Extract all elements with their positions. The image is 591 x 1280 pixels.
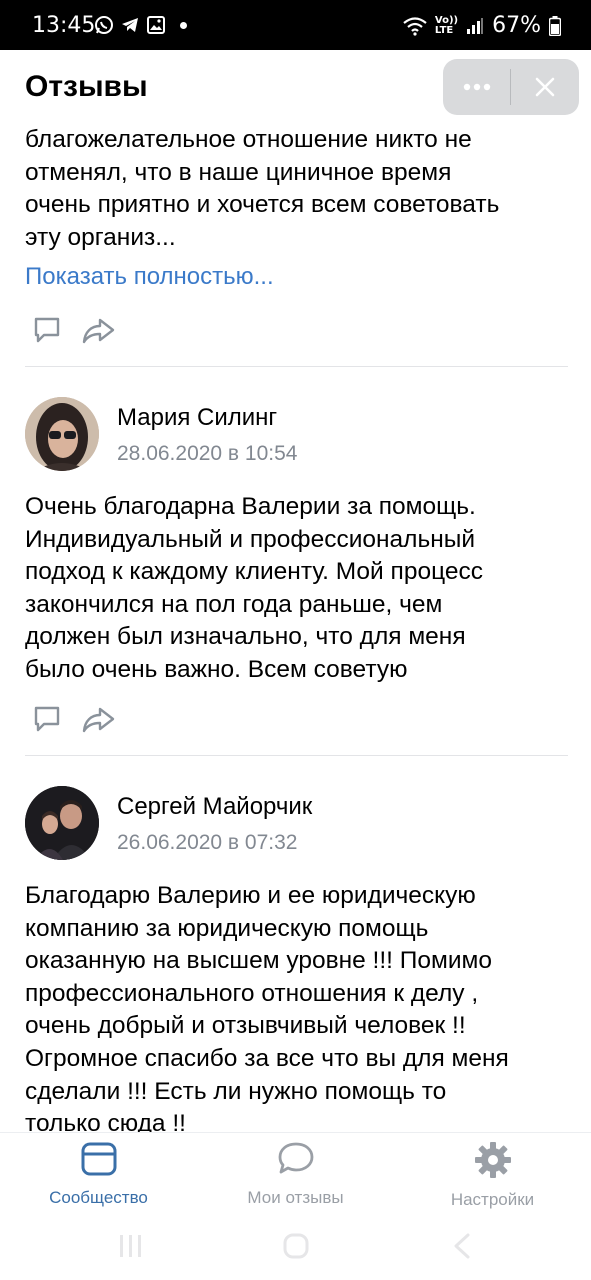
tab-label: Настройки [450, 1190, 535, 1209]
more-button[interactable] [443, 59, 510, 115]
review-date: 26.06.2020 в 07:32 [117, 831, 298, 854]
review-line: должен был изначально, что для меня [25, 623, 466, 651]
avatar-photo [25, 397, 99, 471]
recent-apps-icon[interactable] [116, 1233, 146, 1259]
home-icon[interactable] [282, 1232, 310, 1260]
gear-icon [474, 1142, 511, 1178]
review-date: 28.06.2020 в 10:54 [117, 442, 298, 465]
page-title: Отзывы [25, 70, 148, 103]
review-line: профессионального отношения к делу , [25, 979, 479, 1007]
tab-community[interactable]: Сообщество [0, 1141, 197, 1208]
volte-icon: Vo)) LTE [434, 14, 459, 36]
wifi-icon [403, 16, 427, 36]
review-author[interactable]: Мария Силинг [117, 404, 277, 432]
review-line: Огромное спасибо за все что вы для меня [25, 1044, 509, 1072]
review-line: отменял, что в наше циничное время [25, 158, 452, 186]
gallery-icon [147, 16, 165, 34]
comment-icon[interactable] [32, 315, 62, 345]
system-nav-bar [0, 1227, 591, 1280]
more-notifications-dot [180, 21, 187, 29]
review-divider [25, 366, 568, 367]
speech-bubble-icon [278, 1142, 313, 1174]
close-icon [535, 77, 554, 97]
review-line: закончился на пол года раньше, чем [25, 590, 443, 618]
review-text: Очень благодарна Валерии за помощь. Инди… [25, 491, 570, 687]
whatsapp-icon [95, 16, 113, 34]
tab-label: Мои отзывы [247, 1188, 344, 1207]
review-line: очень добрый и отзывчивый человек !! [25, 1012, 466, 1040]
signal-icon [467, 17, 484, 34]
review-actions [32, 315, 116, 345]
notification-icons [94, 15, 187, 35]
review-actions [32, 704, 116, 734]
review-line: очень приятно и хочется всем советовать [25, 191, 500, 219]
review-line: Благодарю Валерию и ее юридическую [25, 882, 476, 909]
review-line: сделали !!! Есть ли нужно помощь то [25, 1077, 447, 1105]
close-button[interactable] [511, 59, 578, 115]
review-line: эту организ... [25, 223, 176, 251]
review-divider [25, 755, 568, 756]
battery-percent: 67% [492, 13, 541, 38]
system-icons: Vo)) LTE 67% [403, 13, 561, 38]
status-bar: 13:45 Vo)) LTE 67% [0, 0, 591, 50]
avatar[interactable] [25, 397, 99, 471]
miniapp-controls [443, 59, 579, 115]
share-icon[interactable] [82, 704, 116, 734]
comment-icon[interactable] [32, 704, 62, 734]
review-text: Благодарю Валерию и ее юридическую компа… [25, 880, 570, 1141]
more-dots-icon [463, 83, 490, 91]
bottom-nav: Сообщество Мои отзывы Настройки [0, 1132, 591, 1227]
back-icon[interactable] [450, 1232, 474, 1260]
review-line: благожелательное отношение никто не [25, 126, 472, 153]
review-line: оказанную на высшем уровне !!! Помимо [25, 947, 493, 975]
tab-label: Сообщество [49, 1188, 148, 1207]
show-more-link[interactable]: Показать полностью... [25, 263, 274, 291]
avatar[interactable] [25, 786, 99, 860]
community-icon [81, 1142, 116, 1176]
review-line: было очень важно. Всем советую [25, 655, 408, 683]
avatar-photo [25, 786, 99, 860]
status-time: 13:45 [32, 13, 96, 38]
app-header: Отзывы [0, 50, 591, 124]
share-icon[interactable] [82, 315, 116, 345]
review-line: Очень благодарна Валерии за помощь. [25, 493, 476, 520]
telegram-icon [122, 18, 138, 32]
tab-settings[interactable]: Настройки [394, 1141, 591, 1210]
review-author[interactable]: Сергей Майорчик [117, 793, 312, 821]
review-line: компанию за юридическую помощь [25, 914, 429, 942]
review-text: благожелательное отношение никто не отме… [25, 124, 570, 254]
review-line: Индивидуальный и профессиональный [25, 525, 476, 553]
review-line: подход к каждому клиенту. Мой процесс [25, 558, 483, 586]
battery-icon [549, 15, 561, 36]
tab-my-reviews[interactable]: Мои отзывы [197, 1141, 394, 1208]
